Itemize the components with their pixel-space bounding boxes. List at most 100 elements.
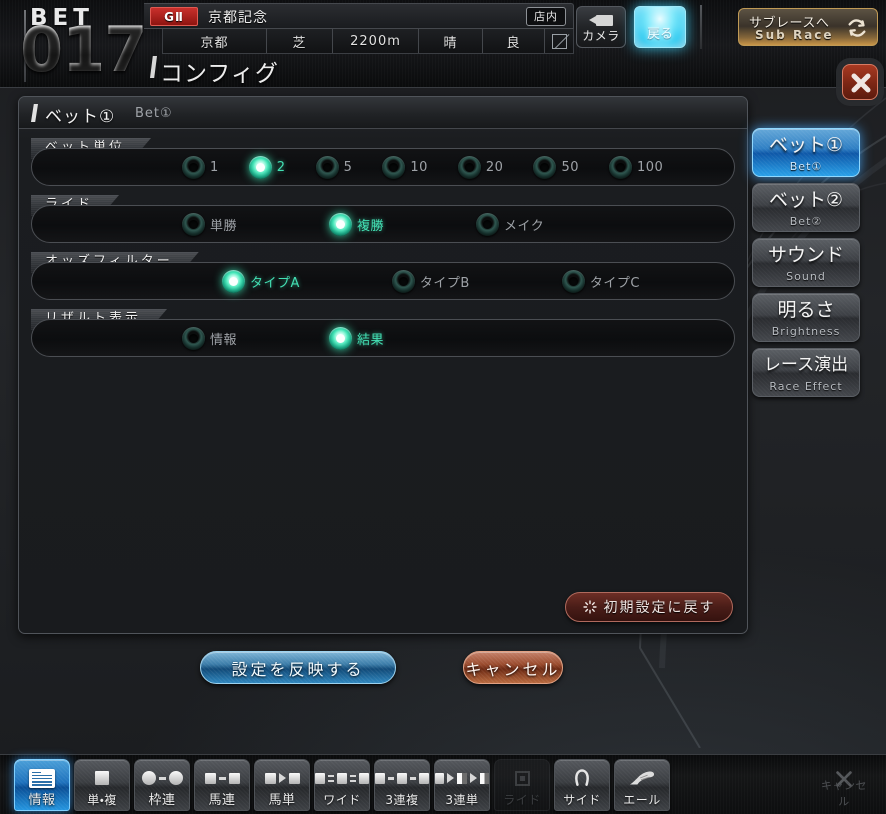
radio-option-label: 10 xyxy=(410,159,428,175)
nav-button-label: 枠連 xyxy=(148,793,176,808)
radio-option[interactable]: 10 xyxy=(382,149,428,185)
settings-tab-label-jp: 明るさ xyxy=(777,299,835,321)
nav-cancel-button[interactable]: キャンセル xyxy=(816,759,872,811)
nav-button-1[interactable]: 情報 xyxy=(14,759,70,811)
settings-tab-label-en: Bet① xyxy=(789,160,823,173)
two-circles-icon xyxy=(135,767,189,789)
nav-button-7[interactable]: 3連複 xyxy=(374,759,430,811)
close-button[interactable] xyxy=(842,64,878,100)
square-arrow-icon xyxy=(255,767,309,789)
radio-option[interactable]: タイプA xyxy=(222,263,300,299)
radio-unselected-icon xyxy=(476,212,500,236)
nav-button-4[interactable]: 馬連 xyxy=(194,759,250,811)
setting-options-track: 1 2 5 10 20 50 100 xyxy=(31,148,735,186)
nav-button-10[interactable]: サイド xyxy=(554,759,610,811)
race-name: 京都記念 xyxy=(208,10,268,26)
race-grade-badge: GⅡ xyxy=(150,7,198,26)
back-button[interactable]: 戻る xyxy=(634,6,686,48)
settings-tab-1[interactable]: ベット① Bet① xyxy=(752,128,860,177)
nav-button-label: 3連単 xyxy=(445,793,479,807)
radio-option-label: タイプB xyxy=(419,275,470,291)
close-x-icon xyxy=(851,73,871,93)
nav-button-label: ワイド xyxy=(323,793,361,807)
radio-option[interactable]: 5 xyxy=(315,149,353,185)
sub-race-button[interactable]: サブレースへ Sub Race xyxy=(738,8,878,46)
horseshoe-icon xyxy=(555,767,609,789)
nav-button-label: 馬連 xyxy=(208,793,236,808)
radio-option-label: 1 xyxy=(210,159,219,175)
setting-options-track: タイプA タイプB タイプC xyxy=(31,262,735,300)
radio-option[interactable]: 2 xyxy=(248,149,286,185)
race-course: 京都 xyxy=(163,29,267,53)
three-ordered-icon xyxy=(435,767,489,789)
bet-counter: BET 017 xyxy=(14,2,164,86)
radio-option-label: メイク xyxy=(504,218,545,234)
radio-unselected-icon xyxy=(561,269,585,293)
settings-tab-label-jp: ベット② xyxy=(768,189,844,211)
radio-option[interactable]: 結果 xyxy=(329,320,384,356)
nav-button-3[interactable]: 枠連 xyxy=(134,759,190,811)
radio-unselected-icon xyxy=(182,326,205,350)
radio-option[interactable]: 50 xyxy=(533,149,579,185)
setting-options-track: 情報 結果 xyxy=(31,319,735,357)
back-button-label: 戻る xyxy=(646,27,673,42)
nav-button-label: 馬単 xyxy=(268,793,296,808)
race-surface: 芝 xyxy=(267,29,333,53)
radio-unselected-icon xyxy=(182,212,205,236)
radio-unselected-icon xyxy=(382,155,406,179)
camera-button[interactable]: カメラ xyxy=(576,6,626,48)
settings-tab-label-en: Race Effect xyxy=(769,380,843,393)
radio-option[interactable]: タイプC xyxy=(561,263,640,299)
single-square-icon xyxy=(75,767,129,789)
nav-button-6[interactable]: ワイド xyxy=(314,759,370,811)
panel-header: ベット① Bet① xyxy=(19,97,747,129)
cancel-settings-label: キャンセル xyxy=(465,659,561,679)
settings-tab-5[interactable]: レース演出 Race Effect xyxy=(752,348,860,397)
cancel-settings-button[interactable]: キャンセル xyxy=(463,651,563,684)
sparkle-icon xyxy=(582,600,597,614)
settings-tab-4[interactable]: 明るさ Brightness xyxy=(752,293,860,342)
top-header-bar: BET 017 GⅡ 京都記念 店内 京都 芝 2200m 晴 良 コンフィグ … xyxy=(0,0,886,100)
page-title: コンフィグ xyxy=(160,61,279,87)
camera-button-label: カメラ xyxy=(582,29,620,43)
radio-unselected-icon xyxy=(533,155,557,179)
bet-number: 017 xyxy=(20,13,147,86)
radio-option-label: タイプA xyxy=(250,275,300,291)
settings-tab-label-en: Sound xyxy=(786,270,826,283)
radio-option[interactable]: 1 xyxy=(182,149,219,185)
apply-settings-button[interactable]: 設定を反映する xyxy=(200,651,396,684)
nav-button-label: エール xyxy=(623,793,661,807)
reset-defaults-label: 初期設定に戻す xyxy=(603,600,716,616)
three-eq-icon xyxy=(315,767,369,789)
radio-option[interactable]: 複勝 xyxy=(329,206,384,242)
radio-option[interactable]: メイク xyxy=(476,206,544,242)
radio-option[interactable]: 情報 xyxy=(182,320,237,356)
nav-button-5[interactable]: 馬単 xyxy=(254,759,310,811)
radio-option-label: 100 xyxy=(636,159,664,175)
two-squares-icon xyxy=(195,767,249,789)
nav-button-label: 単・複 xyxy=(87,793,117,807)
nav-button-8[interactable]: 3連単 xyxy=(434,759,490,811)
radio-option[interactable]: 単勝 xyxy=(182,206,237,242)
slashed-square-icon xyxy=(545,29,573,53)
sub-race-label-en: Sub Race xyxy=(755,28,834,42)
radio-option[interactable]: 20 xyxy=(457,149,504,185)
radio-option[interactable]: 100 xyxy=(608,149,664,185)
radio-selected-icon xyxy=(329,212,353,236)
settings-tab-3[interactable]: サウンド Sound xyxy=(752,238,860,287)
settings-tab-label-en: Bet② xyxy=(789,215,823,228)
race-title-bar: GⅡ 京都記念 店内 xyxy=(144,3,574,29)
settings-tab-2[interactable]: ベット② Bet② xyxy=(752,183,860,232)
radio-option[interactable]: タイプB xyxy=(391,263,470,299)
radio-unselected-icon xyxy=(457,155,481,179)
race-details-bar: 京都 芝 2200m 晴 良 xyxy=(162,29,574,54)
radio-option-label: 単勝 xyxy=(210,218,238,234)
nav-button-label: ライド xyxy=(503,793,541,807)
venue-badge: 店内 xyxy=(526,7,566,26)
radio-option-label: 2 xyxy=(276,159,286,175)
reset-defaults-button[interactable]: 初期設定に戻す xyxy=(565,592,733,622)
radio-option-label: 結果 xyxy=(357,332,385,348)
nav-button-2[interactable]: 単・複 xyxy=(74,759,130,811)
settings-tab-label-jp: ベット① xyxy=(768,134,844,156)
nav-button-11[interactable]: エール xyxy=(614,759,670,811)
